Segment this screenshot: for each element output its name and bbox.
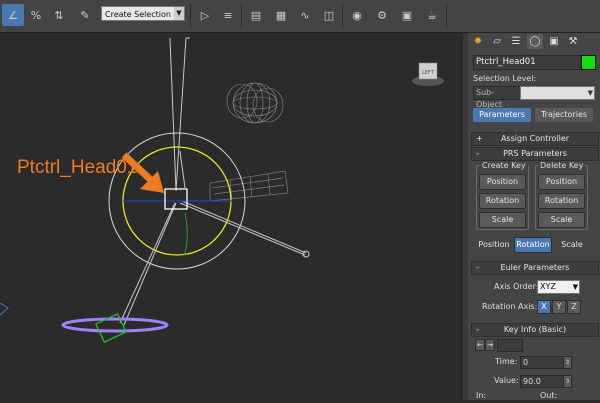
time-field[interactable]: 0	[520, 356, 564, 369]
chevron-down-icon: ▼	[572, 283, 578, 291]
viewcube-label: LEFT	[422, 70, 435, 76]
bone-end-node[interactable]	[302, 250, 310, 258]
chevron-down-icon: ▼	[587, 89, 593, 97]
euler-parameters-rollout[interactable]: - Euler Parameters	[471, 261, 599, 275]
motion-tab-icon[interactable]: ◯	[527, 34, 543, 49]
render-setup-icon[interactable]: ⚙	[371, 4, 393, 26]
viewport-left[interactable]: LEFT Ptctrl_Head01	[0, 33, 463, 400]
rollout-title: Key Info (Basic)	[503, 325, 567, 334]
blue-edge-fragment	[0, 302, 9, 316]
position-mode-button[interactable]: Position	[475, 237, 513, 253]
utilities-tab-icon[interactable]: ⚒	[565, 34, 581, 49]
head-control-box[interactable]	[164, 188, 188, 210]
render-frame-icon[interactable]: ▣	[396, 4, 418, 26]
axis-z-button[interactable]: Z	[567, 300, 581, 314]
collapse-icon: -	[476, 149, 479, 158]
command-panel: ✹ ▱ ☰ ◯ ▣ ⚒ Ptctrl_Head01 Selection Leve…	[468, 33, 600, 400]
align-icon[interactable]: ≡	[217, 4, 239, 26]
display-tab-icon[interactable]: ▣	[546, 34, 562, 49]
selection-set-dropdown[interactable]: Create Selection Se ▼	[101, 6, 185, 21]
create-key-rotation-button[interactable]: Rotation	[479, 193, 526, 209]
object-color-swatch[interactable]	[581, 55, 596, 70]
toolbar-divider	[342, 4, 343, 28]
command-panel-tabs: ✹ ▱ ☰ ◯ ▣ ⚒	[468, 33, 600, 51]
create-key-position-button[interactable]: Position	[479, 174, 526, 190]
object-name-field[interactable]: Ptctrl_Head01	[473, 55, 581, 70]
collapse-icon: -	[476, 325, 479, 334]
wireframe-hand[interactable]	[209, 170, 289, 202]
key-info-rollout[interactable]: - Key Info (Basic)	[471, 323, 599, 337]
axis-order-value: XYZ	[540, 282, 556, 291]
toolbar-divider	[241, 4, 242, 28]
axis-order-label: Axis Order:	[494, 282, 539, 291]
axis-order-dropdown[interactable]: XYZ ▼	[537, 280, 580, 294]
delete-key-label: Delete Key	[538, 161, 586, 170]
out-tangent-label: Out:	[540, 391, 558, 400]
green-axis-arc	[183, 212, 188, 256]
sub-object-button[interactable]: Sub-Object	[473, 86, 521, 109]
scene-explorer-icon[interactable]: ▦	[270, 4, 292, 26]
value-field[interactable]: 90.0	[520, 375, 564, 388]
value-label: Value:	[494, 376, 519, 385]
rotation-mode-button[interactable]: Rotation	[514, 237, 552, 253]
next-key-arrow-icon[interactable]: →	[485, 339, 495, 351]
assign-controller-rollout[interactable]: + Assign Controller	[471, 132, 599, 146]
rollout-title: Euler Parameters	[500, 263, 570, 272]
prev-key-arrow-icon[interactable]: ←	[475, 339, 485, 351]
selection-set-text: Create Selection Se	[105, 10, 184, 19]
delete-key-rotation-button[interactable]: Rotation	[538, 193, 585, 209]
snap-toggle-icon[interactable]: ∠	[2, 4, 24, 26]
create-key-label: Create Key	[480, 161, 528, 170]
spinner-arrows-icon[interactable]: ⇕	[563, 375, 572, 388]
main-toolbar: ∠ % ⇅ ✎ Create Selection Se ▼ ▷ ≡ ▤ ▦ ∿ …	[0, 0, 600, 33]
in-tangent-label: In:	[476, 391, 487, 400]
sub-object-dropdown[interactable]: ▼	[520, 86, 595, 100]
edit-named-selection-icon[interactable]: ✎	[74, 4, 96, 26]
percent-snap-icon[interactable]: %	[25, 4, 47, 26]
layer-manager-icon[interactable]: ▤	[245, 4, 267, 26]
collapse-icon: -	[476, 263, 479, 272]
selection-level-label: Selection Level:	[473, 74, 537, 83]
viewport-scene[interactable]: LEFT	[0, 33, 463, 400]
spinner-snap-icon[interactable]: ⇅	[48, 4, 70, 26]
hierarchy-tab-icon[interactable]: ☰	[508, 34, 524, 49]
create-key-scale-button[interactable]: Scale	[479, 212, 526, 228]
toolbar-divider	[190, 4, 191, 28]
toolbar-divider	[446, 4, 447, 28]
curve-editor-icon[interactable]: ∿	[294, 4, 316, 26]
key-number-field[interactable]	[497, 339, 523, 352]
object-annotation-label: Ptctrl_Head01	[17, 157, 138, 178]
spinner-arrows-icon[interactable]: ⇕	[563, 356, 572, 369]
schematic-view-icon[interactable]: ◫	[318, 4, 340, 26]
rotation-axis-label: Rotation Axis:	[482, 302, 538, 311]
axis-x-button[interactable]: X	[537, 300, 551, 314]
render-icon[interactable]: ☕	[421, 4, 443, 26]
trajectories-tab-button[interactable]: Trajectories	[535, 108, 593, 122]
expand-icon: +	[476, 134, 483, 143]
axis-y-button[interactable]: Y	[552, 300, 566, 314]
time-label: Time:	[495, 357, 518, 366]
mirror-icon[interactable]: ▷	[194, 4, 216, 26]
chevron-down-icon: ▼	[174, 7, 184, 20]
prs-parameters-rollout[interactable]: - PRS Parameters	[471, 147, 599, 161]
rollout-title: Assign Controller	[500, 134, 570, 143]
parameters-tab-button[interactable]: Parameters	[473, 108, 531, 122]
delete-key-scale-button[interactable]: Scale	[538, 212, 585, 228]
scale-mode-button[interactable]: Scale	[553, 237, 591, 253]
purple-foot-ring[interactable]	[61, 317, 169, 333]
delete-key-position-button[interactable]: Position	[538, 174, 585, 190]
modify-tab-icon[interactable]: ▱	[489, 34, 505, 49]
wireframe-mesh[interactable]	[226, 82, 284, 124]
create-tab-icon[interactable]: ✹	[470, 34, 486, 49]
material-editor-icon[interactable]: ◉	[346, 4, 368, 26]
rollout-title: PRS Parameters	[503, 149, 567, 158]
viewcube[interactable]: LEFT	[412, 62, 444, 86]
